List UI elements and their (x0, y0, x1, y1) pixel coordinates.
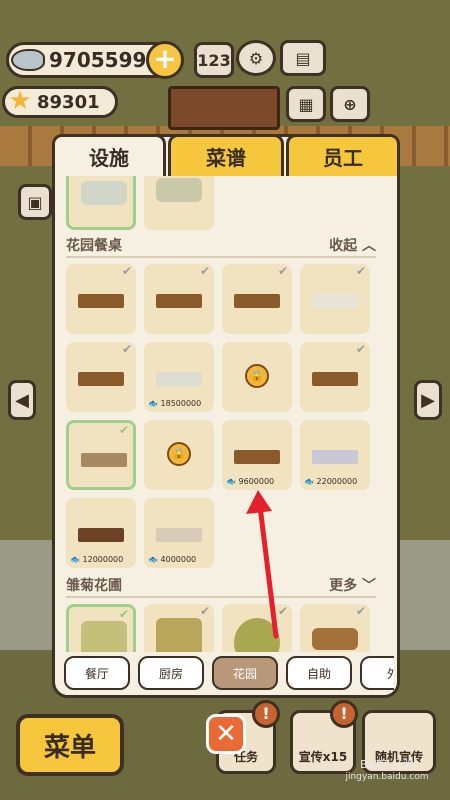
facility-card[interactable] (144, 176, 214, 230)
table-art (78, 294, 124, 308)
price-label: 🐟 4000000 (148, 555, 197, 564)
owned-check-icon: ✔ (355, 264, 366, 278)
facility-card-selected[interactable]: ✔ (66, 420, 136, 490)
promo-alert-icon: ! (330, 700, 358, 728)
facility-card[interactable]: 🐟 22000000 (300, 420, 370, 490)
section-title: 花园餐桌 (66, 238, 122, 254)
table-art (156, 528, 202, 542)
table-art (234, 450, 280, 464)
table-art (81, 453, 127, 467)
gift-icon[interactable]: ▣ (18, 184, 52, 220)
owned-check-icon: ✔ (277, 264, 288, 278)
owned-check-icon: ✔ (277, 604, 288, 618)
section-title: 雏菊花圃 (66, 578, 122, 594)
tab-recipes[interactable]: 菜谱 (168, 134, 284, 176)
owned-check-icon: ✔ (121, 264, 132, 278)
section-header-garden-tables: 花园餐桌 收起 ︿ (66, 234, 376, 258)
category-restaurant[interactable]: 餐厅 (64, 656, 130, 690)
news-icon[interactable]: ▦ (286, 86, 326, 122)
garden-art (81, 621, 127, 652)
tab-facilities[interactable]: 设施 (52, 134, 166, 176)
owned-check-icon: ✔ (355, 604, 366, 618)
facility-card[interactable] (66, 176, 136, 230)
background-hut (168, 86, 280, 130)
section-header-daisy-garden: 雏菊花圃 更多 ﹀ (66, 574, 376, 598)
facility-card[interactable]: 🐟 18500000 (144, 342, 214, 412)
facility-card[interactable]: 🐟 4000000 (144, 498, 214, 568)
star-count: 89301 (37, 91, 100, 113)
close-button[interactable]: ✕ (206, 714, 246, 754)
category-buffet[interactable]: 自助 (286, 656, 352, 690)
ranking-icon[interactable]: 123 (194, 42, 234, 78)
facility-card[interactable]: ✔ (300, 342, 370, 412)
price-label: 🐟 22000000 (304, 477, 358, 486)
watermark: Bai度 经验 jingyan.baidu.com (345, 758, 429, 782)
facility-card[interactable]: ✔ (222, 604, 292, 652)
fish-icon (11, 49, 45, 71)
price-label: 🐟 18500000 (148, 399, 202, 408)
garden-art (312, 628, 358, 650)
table-art (312, 450, 358, 464)
facility-card[interactable]: ✔ (144, 264, 214, 334)
owned-check-icon: ✔ (118, 607, 129, 621)
owned-check-icon: ✔ (121, 342, 132, 356)
panel-tabs: 设施 菜谱 员工 (52, 134, 400, 176)
gear-icon[interactable]: ⚙ (236, 40, 276, 76)
table-art (156, 372, 202, 386)
price-label: 🐟 9600000 (226, 477, 275, 486)
facility-card[interactable]: ✔ (300, 604, 370, 652)
owned-check-icon: ✔ (355, 342, 366, 356)
category-bar: 餐厅 厨房 花园 自助 外 (60, 656, 394, 692)
category-garden[interactable]: 花园 (212, 656, 278, 690)
table-art (312, 372, 358, 386)
book-icon[interactable]: ▤ (280, 40, 326, 76)
more-toggle[interactable]: 更多 ﹀ (329, 575, 376, 595)
table-art (234, 294, 280, 308)
scroll-left-arrow[interactable]: ◀ (8, 380, 36, 420)
owned-check-icon: ✔ (199, 264, 210, 278)
tab-staff[interactable]: 员工 (286, 134, 400, 176)
collapse-toggle[interactable]: 收起 ︿ (329, 235, 376, 255)
gamepad-icon[interactable]: ⊕ (330, 86, 370, 122)
menu-button[interactable]: 菜单 (16, 714, 124, 776)
facility-card-selected[interactable]: ✔ (66, 604, 136, 652)
facility-card[interactable]: ✔ (66, 342, 136, 412)
lock-icon: 🔒 (245, 364, 269, 388)
owned-check-icon: ✔ (118, 423, 129, 437)
garden-art (234, 618, 280, 652)
garden-art (156, 618, 202, 652)
category-kitchen[interactable]: 厨房 (138, 656, 204, 690)
table-art (312, 294, 358, 308)
facility-card[interactable]: 🐟 9600000 (222, 420, 292, 490)
scroll-right-arrow[interactable]: ▶ (414, 380, 442, 420)
facility-card[interactable]: ✔ (144, 604, 214, 652)
facility-card[interactable]: 🔒 (144, 420, 214, 490)
facility-card[interactable]: 🔒 (222, 342, 292, 412)
facility-list[interactable]: 花园餐桌 收起 ︿ ✔ ✔ ✔ ✔ ✔ 🐟 18500000 🔒 ✔ ✔ 🔒 🐟… (62, 176, 380, 652)
facility-card[interactable]: ✔ (222, 264, 292, 334)
facility-card[interactable]: 🐟 12000000 (66, 498, 136, 568)
lock-icon: 🔒 (167, 442, 191, 466)
star-icon: ★ (8, 86, 32, 116)
category-outside[interactable]: 外 (360, 656, 394, 690)
table-art (156, 294, 202, 308)
add-currency-button[interactable]: + (146, 41, 184, 79)
task-alert-icon: ! (252, 700, 280, 728)
price-label: 🐟 12000000 (70, 555, 124, 564)
table-art (78, 528, 124, 542)
star-currency: ★ 89301 (2, 86, 118, 118)
facility-card[interactable]: ✔ (300, 264, 370, 334)
fish-count: 9705599 (49, 48, 147, 72)
table-art (78, 372, 124, 386)
facility-card[interactable]: ✔ (66, 264, 136, 334)
owned-check-icon: ✔ (199, 604, 210, 618)
